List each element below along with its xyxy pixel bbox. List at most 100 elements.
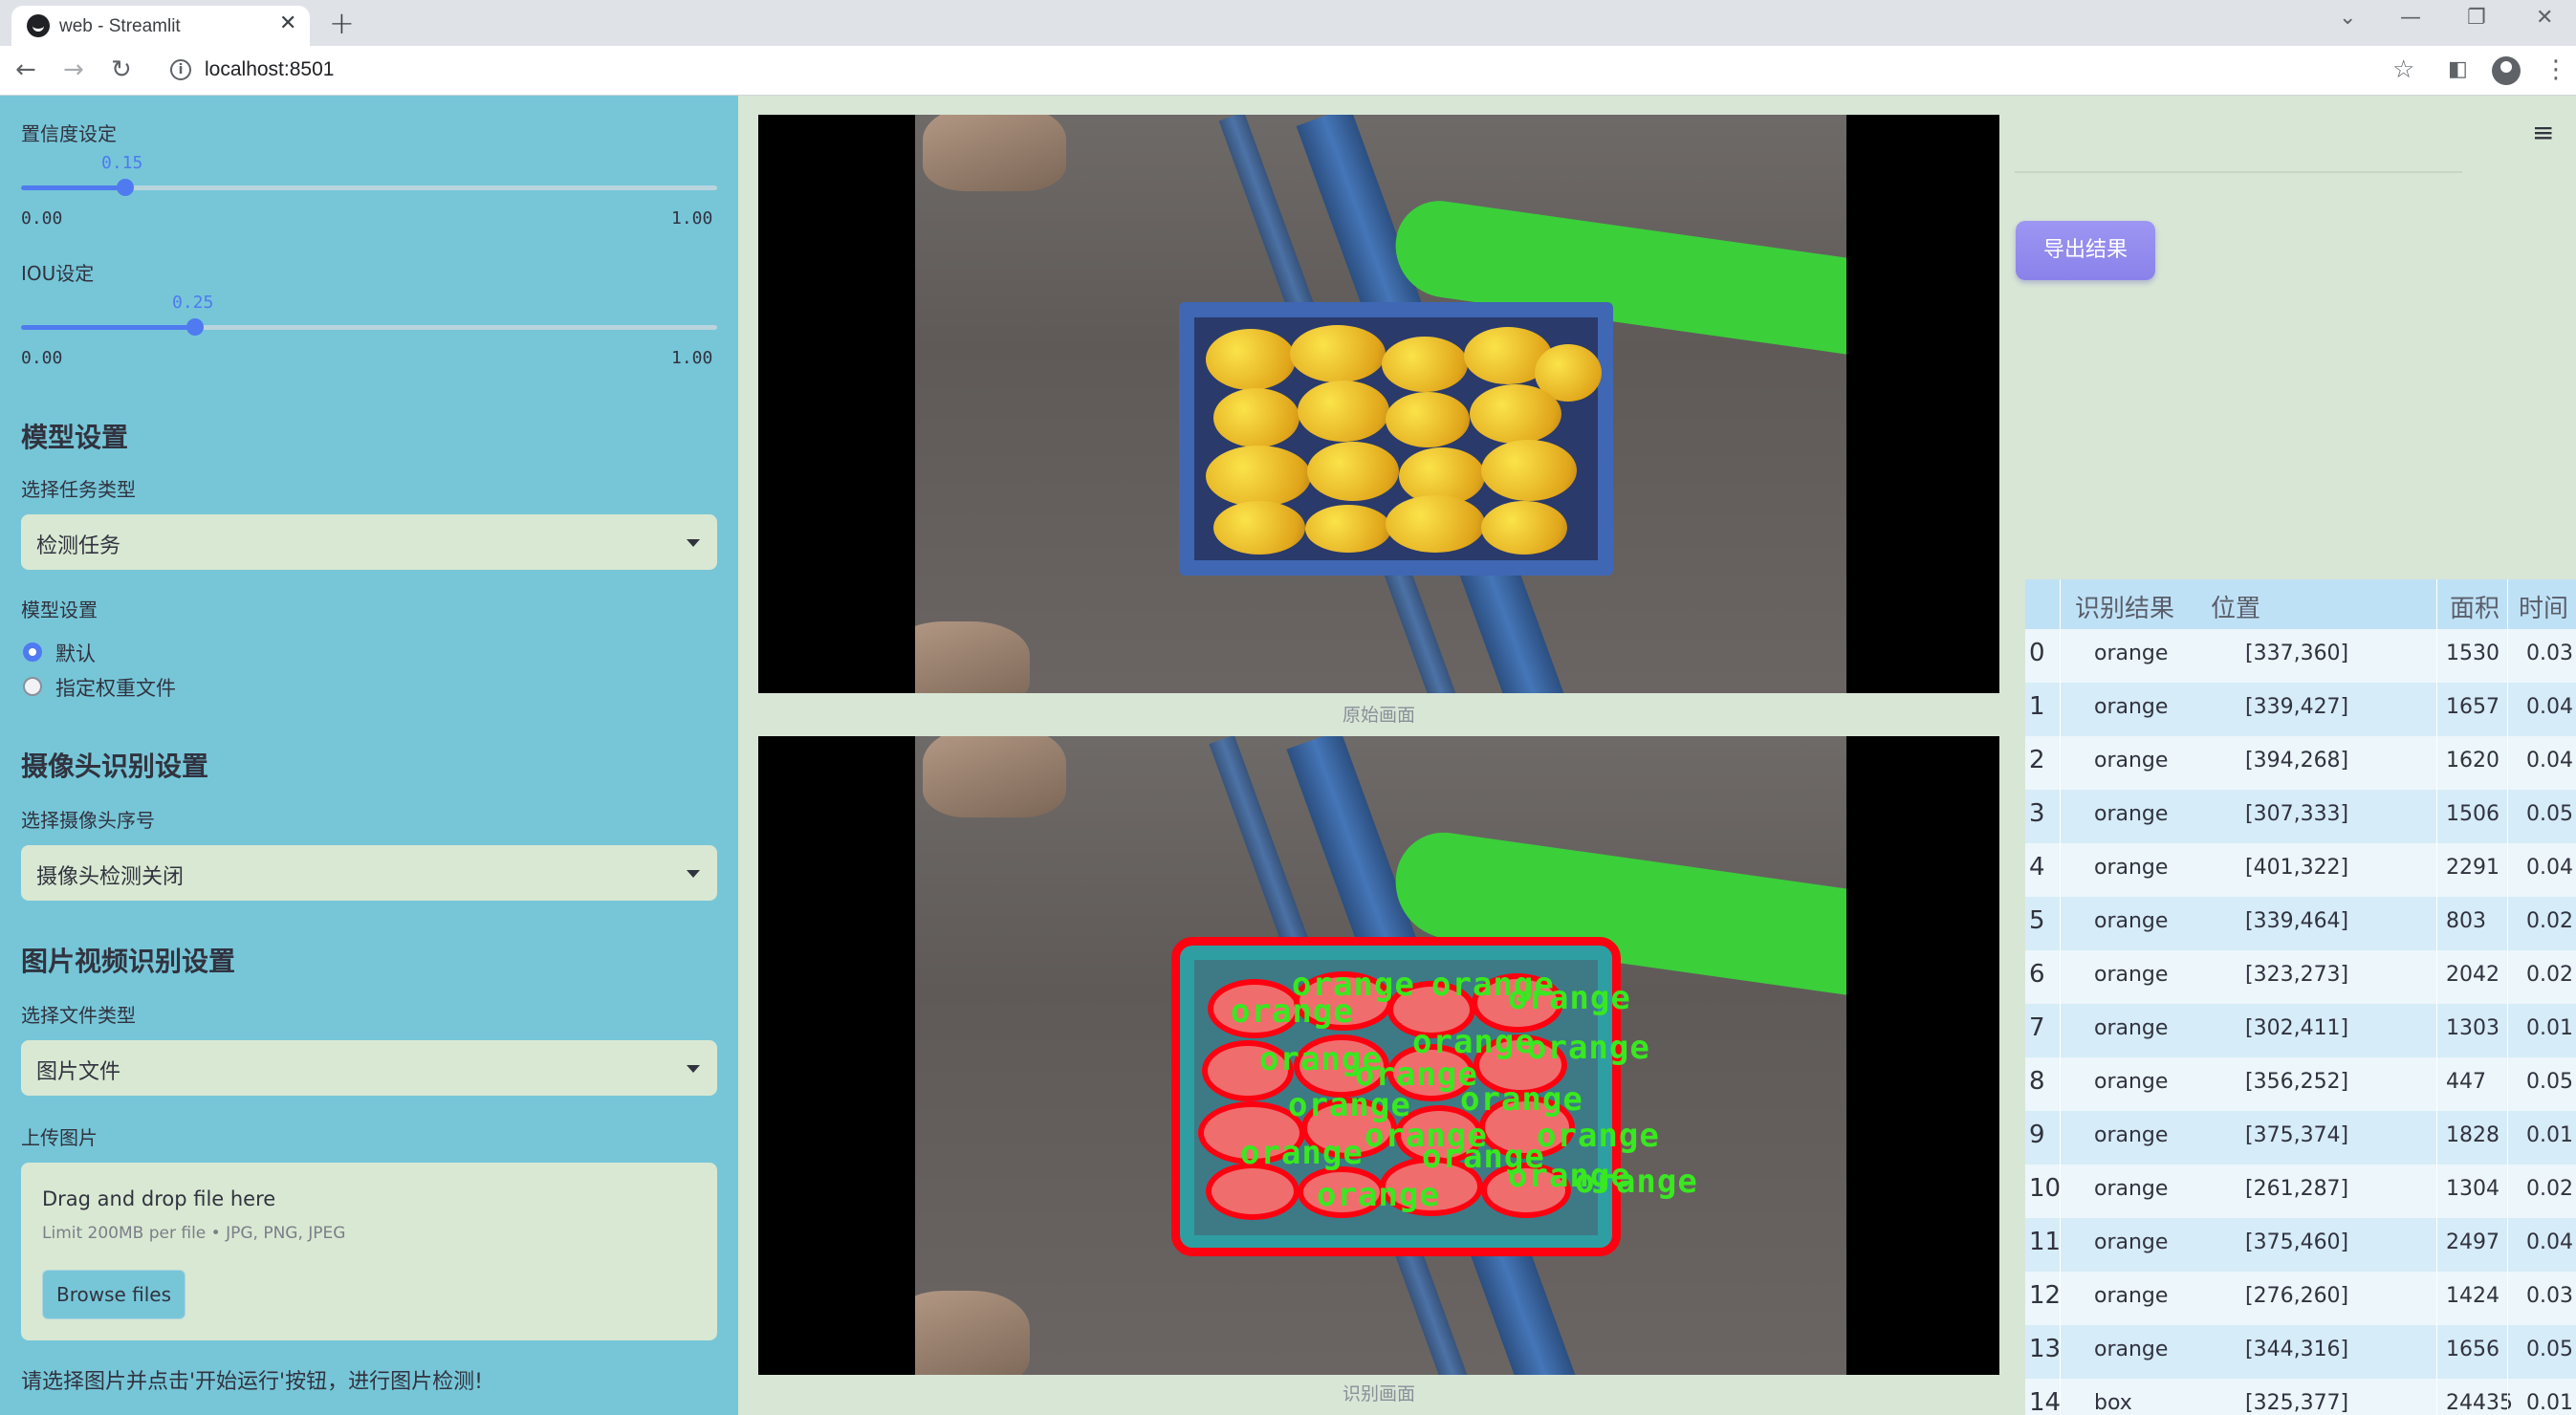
iou-slider[interactable] [21,318,717,336]
browser-menu-icon[interactable]: ⋮ [2543,55,2568,84]
minimize-icon[interactable]: — [2400,6,2421,30]
table-row[interactable]: 10 orange [261,287] 1304 0.02 [2025,1165,2576,1218]
table-row[interactable]: 9 orange [375,374] 1828 0.01 [2025,1111,2576,1165]
hamburger-menu-icon[interactable]: ≡ [2532,117,2554,148]
result-cell: orange [2094,1016,2169,1040]
area-cell: 2497 [2446,1230,2500,1254]
task-type-value: 检测任务 [36,534,121,558]
table-row[interactable]: 11 orange [375,460] 2497 0.04 [2025,1218,2576,1272]
table-row[interactable]: 3 orange [307,333] 1506 0.05 [2025,790,2576,843]
result-cell: orange [2094,1123,2169,1147]
table-row[interactable]: 8 orange [356,252] 447 0.05 [2025,1057,2576,1111]
time-cell: 0.03 [2526,642,2573,665]
task-type-select[interactable]: 检测任务 [21,514,717,570]
close-window-icon[interactable]: ✕ [2536,6,2553,30]
position-cell: [401,322] [2245,856,2349,880]
table-row[interactable]: 4 orange [401,322] 2291 0.04 [2025,843,2576,897]
area-cell: 1530 [2446,642,2500,665]
restore-icon[interactable]: ❐ [2467,6,2486,30]
chevron-down-icon [687,1065,700,1073]
row-index-cell: 13 [2029,1335,2062,1363]
model-label: 模型设置 [21,599,98,621]
table-row[interactable]: 2 orange [394,268] 1620 0.04 [2025,736,2576,790]
result-cell: orange [2094,856,2169,880]
detection-label: orange [1575,1163,1698,1201]
confidence-slider-thumb[interactable] [117,179,135,196]
table-row[interactable]: 1 orange [339,427] 1657 0.04 [2025,683,2576,736]
column-header-result[interactable]: 识别结果 [2075,589,2174,624]
time-cell: 0.05 [2526,802,2573,826]
table-row[interactable]: 0 orange [337,360] 1530 0.03 [2025,629,2576,683]
time-cell: 0.01 [2526,1016,2573,1040]
area-cell: 447 [2446,1070,2486,1094]
site-info-icon[interactable]: i [170,59,191,80]
column-header-area[interactable]: 面积 [2450,589,2500,624]
position-cell: [323,273] [2245,963,2349,987]
results-table[interactable]: 识别结果 位置 面积 时间 0 orange [337,360] 1530 0.03 1 o… [2025,579,2576,1415]
model-settings-header: 模型设置 [21,422,129,453]
orange-fruit [1382,337,1468,392]
row-index-cell: 9 [2029,1121,2045,1149]
blue-crate [1179,302,1613,576]
radio-custom-weights-label[interactable]: 指定权重文件 [55,673,176,702]
table-row[interactable]: 13 orange [344,316] 1656 0.05 [2025,1325,2576,1379]
table-row[interactable]: 12 orange [276,260] 1424 0.03 [2025,1272,2576,1325]
side-panel-icon[interactable]: ◧ [2448,57,2468,81]
orange-fruit [1213,388,1299,447]
file-type-label: 选择文件类型 [21,1004,136,1027]
position-cell: [375,460] [2245,1230,2349,1254]
column-divider [2436,579,2437,1415]
column-header-position[interactable]: 位置 [2211,589,2260,624]
new-tab-icon[interactable]: + [329,5,355,41]
radio-default[interactable] [23,642,42,662]
radio-default-label[interactable]: 默认 [55,639,96,667]
row-index-cell: 10 [2029,1174,2062,1203]
url-field[interactable]: localhost:8501 [205,58,334,81]
row-index-cell: 4 [2029,853,2045,882]
profile-avatar-icon[interactable] [2492,56,2521,85]
result-cell: orange [2094,695,2169,719]
forward-icon[interactable]: → [63,55,84,84]
column-header-time[interactable]: 时间 [2519,589,2568,624]
row-index-cell: 2 [2029,746,2045,774]
browser-tab[interactable]: web - Streamlit ✕ [11,6,310,46]
close-tab-icon[interactable]: ✕ [279,11,296,35]
row-index-cell: 12 [2029,1281,2062,1310]
time-cell: 0.03 [2526,1284,2573,1308]
time-cell: 0.05 [2526,1338,2573,1361]
export-results-button[interactable]: 导出结果 [2016,221,2155,280]
bookmark-star-icon[interactable]: ☆ [2392,55,2414,84]
time-cell: 0.04 [2526,1230,2573,1254]
area-cell: 1424 [2446,1284,2500,1308]
detection-label: orange [1508,979,1631,1017]
table-row[interactable]: 5 orange [339,464] 803 0.02 [2025,897,2576,950]
orange-fruit [1470,384,1561,444]
iou-slider-thumb[interactable] [186,318,204,336]
camera-index-label: 选择摄像头序号 [21,809,155,832]
file-dropzone[interactable]: Drag and drop file here Limit 200MB per … [21,1163,717,1340]
table-row[interactable]: 14 box [325,377] 24435 0.01 [2025,1379,2576,1415]
position-cell: [394,268] [2245,749,2349,773]
boot-bottom [915,621,1030,693]
camera-index-select[interactable]: 摄像头检测关闭 [21,845,717,901]
table-row[interactable]: 6 orange [323,273] 2042 0.02 [2025,950,2576,1004]
result-cell: orange [2094,642,2169,665]
tab-list-chevron-icon[interactable]: ⌄ [2339,6,2356,30]
upload-label: 上传图片 [21,1126,98,1149]
reload-icon[interactable]: ↻ [111,55,132,84]
confidence-label: 置信度设定 [21,122,117,145]
confidence-min: 0.00 [21,208,63,229]
time-cell: 0.04 [2526,749,2573,773]
browse-files-button[interactable]: Browse files [42,1270,186,1319]
streamlit-favicon-icon [27,14,50,37]
file-type-select[interactable]: 图片文件 [21,1040,717,1096]
tab-title: web - Streamlit [59,16,181,36]
divider [2015,171,2462,173]
time-cell: 0.04 [2526,856,2573,880]
back-icon[interactable]: ← [15,55,36,84]
detection-label: orange [1537,1117,1660,1155]
task-type-label: 选择任务类型 [21,478,136,501]
table-row[interactable]: 7 orange [302,411] 1303 0.01 [2025,1004,2576,1057]
radio-custom-weights[interactable] [23,677,42,696]
confidence-slider[interactable] [21,179,717,196]
